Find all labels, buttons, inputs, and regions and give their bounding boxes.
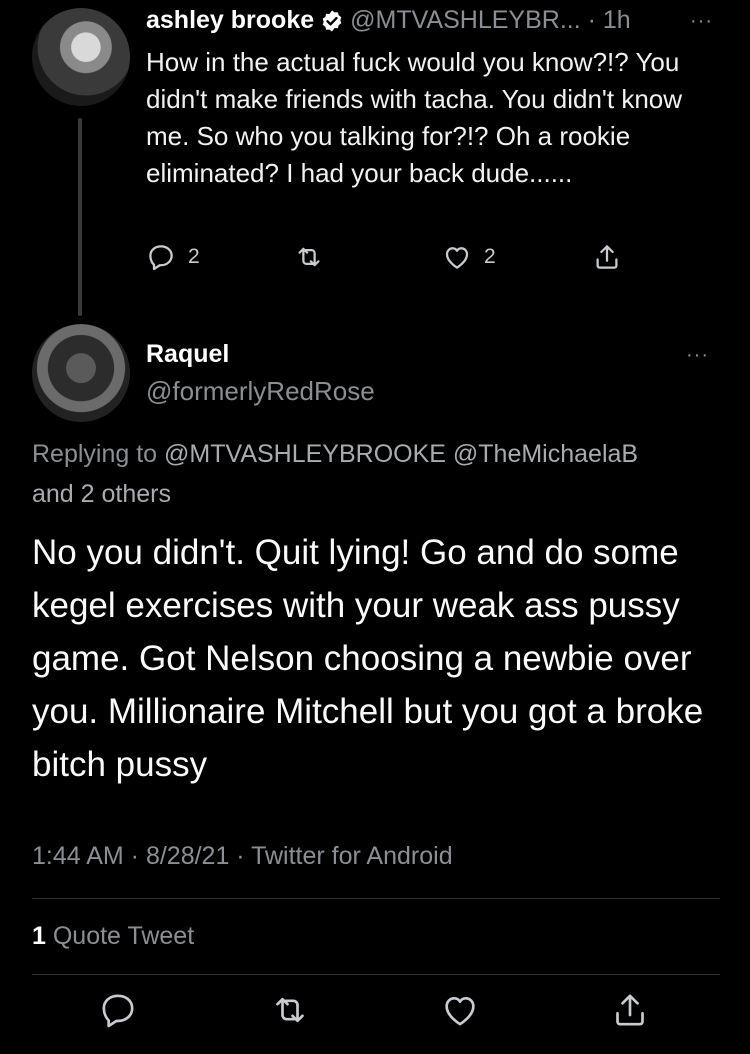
tweet1-like-button[interactable]: 2	[442, 242, 496, 272]
main-author-name[interactable]: Raquel	[146, 340, 229, 369]
divider-bottom	[32, 974, 720, 975]
verified-badge-icon	[322, 10, 342, 31]
tweet-meta: 1:44 AM · 8/28/21 · Twitter for Android	[32, 842, 453, 870]
replying-to-line: Replying to @MTVASHLEYBROOKE @TheMichael…	[32, 434, 722, 514]
tweet1-share-button[interactable]	[592, 242, 622, 272]
main-retweet-button[interactable]	[270, 990, 310, 1035]
tweet1-author-name[interactable]: ashley brooke	[146, 6, 314, 35]
tweet1-reply-button[interactable]: 2	[146, 242, 200, 272]
tweet1-like-count: 2	[484, 245, 496, 268]
tweet1-reply-count: 2	[188, 245, 200, 268]
retweet-icon	[298, 247, 320, 267]
reply-icon	[102, 994, 134, 1028]
like-icon	[445, 997, 475, 1026]
like-icon	[445, 247, 469, 269]
reply-icon	[149, 245, 173, 271]
share-icon	[616, 994, 644, 1026]
main-share-button[interactable]	[610, 990, 650, 1035]
retweet-icon	[276, 997, 304, 1023]
tweet1-text: How in the actual fuck would you know?!?…	[146, 47, 683, 188]
main-like-button[interactable]	[440, 990, 480, 1035]
tweet1-retweet-button[interactable]	[294, 242, 336, 272]
main-actions	[0, 990, 750, 1044]
divider-top	[32, 898, 720, 899]
main-author-handle[interactable]: @formerlyRedRose	[146, 376, 375, 407]
main-tweet-text: No you didn't. Quit lying! Go and do som…	[32, 533, 704, 784]
quote-count: 1	[32, 922, 46, 950]
share-icon	[596, 245, 618, 269]
ashley-avatar[interactable]	[32, 8, 130, 106]
replying-others[interactable]: and 2 others	[32, 480, 171, 508]
tweet1-actions: 2 2	[146, 242, 636, 276]
main-reply-button[interactable]	[98, 990, 138, 1035]
quote-label: Quote Tweet	[52, 922, 195, 950]
replying-prefix: Replying to	[32, 440, 158, 468]
quote-tweet-stat[interactable]: 1 Quote Tweet	[32, 922, 194, 951]
raquel-avatar[interactable]	[32, 324, 130, 422]
main-more-icon[interactable]: ···	[686, 344, 709, 367]
tweet1-header: ashley brooke @MTVASHLEYBR... · 1h	[146, 6, 631, 35]
tweet1-handle-time[interactable]: @MTVASHLEYBR... · 1h	[350, 6, 631, 35]
replying-to-handles[interactable]: @MTVASHLEYBROOKE @TheMichaelaB	[164, 440, 638, 468]
tweet1-more-icon[interactable]: ···	[690, 10, 713, 33]
thread-connector-line	[78, 118, 82, 316]
